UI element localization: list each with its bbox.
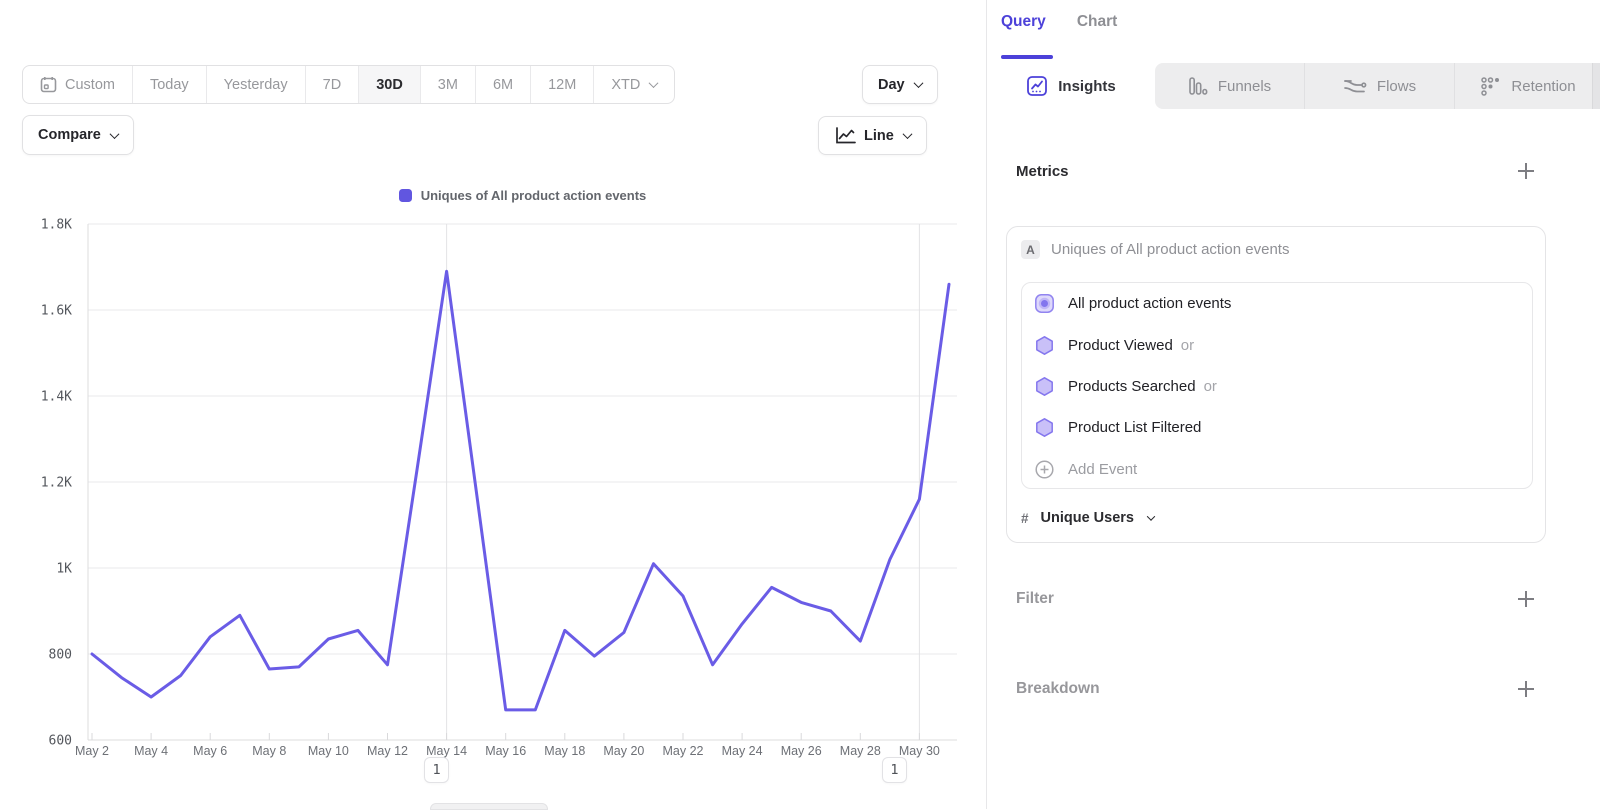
svg-text:1.6K: 1.6K	[41, 304, 72, 319]
line-chart[interactable]: 1.8K 1.6K 1.4K 1.2K 1K 800 600May 2 May 4 May 6 M…	[0, 0, 985, 809]
svg-text:May 10: May 10	[308, 744, 349, 758]
metric-letter-badge: A	[1021, 240, 1040, 259]
report-type-tabs: Insights Funnels Flows Retention	[987, 63, 1600, 109]
tab-chart[interactable]: Chart	[1077, 13, 1117, 31]
tab-funnels[interactable]: Funnels	[1155, 63, 1304, 109]
event-label: Products Searched	[1068, 378, 1196, 395]
event-label: All product action events	[1068, 295, 1231, 312]
panel-top-tabs: Query Chart	[1001, 13, 1117, 31]
svg-text:May 24: May 24	[722, 744, 763, 758]
hexagon-event-icon	[1034, 417, 1055, 438]
aggregation-label: Unique Users	[1041, 510, 1134, 526]
annotation-badge[interactable]: 1	[424, 757, 449, 783]
tab-retention[interactable]: Retention	[1454, 63, 1600, 109]
hash-icon: #	[1021, 511, 1029, 526]
svg-text:800: 800	[49, 648, 72, 663]
all-events-icon	[1034, 293, 1055, 314]
flows-icon	[1343, 76, 1367, 96]
metric-card: A Uniques of All product action events A…	[1006, 226, 1546, 543]
filter-header: Filter	[1016, 590, 1054, 608]
svg-text:May 14: May 14	[426, 744, 467, 758]
aggregation-dropdown[interactable]: # Unique Users	[1021, 510, 1154, 526]
events-card: All product action events Product Viewed…	[1021, 282, 1533, 489]
add-event-button[interactable]: Add Event	[1022, 449, 1532, 490]
event-or-suffix: or	[1204, 378, 1217, 395]
svg-text:May 20: May 20	[603, 744, 644, 758]
svg-text:May 28: May 28	[840, 744, 881, 758]
tab-label: Funnels	[1218, 78, 1271, 95]
event-label: Add Event	[1068, 461, 1137, 478]
svg-text:1K: 1K	[56, 562, 72, 577]
tab-flows[interactable]: Flows	[1304, 63, 1454, 109]
svg-text:1.2K: 1.2K	[41, 476, 72, 491]
metric-title-row: A Uniques of All product action events	[1021, 240, 1289, 259]
event-label: Product List Filtered	[1068, 419, 1201, 436]
hexagon-event-icon	[1034, 335, 1055, 356]
tab-bar-edge	[1592, 63, 1600, 109]
tab-insights[interactable]: Insights	[987, 63, 1155, 109]
query-panel: Query Chart Insights Funnels Flows Reten…	[986, 0, 1600, 809]
svg-text:May 2: May 2	[75, 744, 109, 758]
event-row-product-list-filtered[interactable]: Product List Filtered	[1022, 407, 1532, 448]
svg-text:1.4K: 1.4K	[41, 390, 72, 405]
svg-text:May 12: May 12	[367, 744, 408, 758]
svg-text:1.8K: 1.8K	[41, 218, 72, 233]
svg-text:600: 600	[49, 734, 72, 749]
event-label: Product Viewed	[1068, 337, 1173, 354]
add-metric-icon[interactable]	[1518, 163, 1534, 179]
svg-text:May 8: May 8	[252, 744, 286, 758]
add-filter-icon[interactable]	[1518, 591, 1534, 607]
insights-icon	[1026, 75, 1048, 97]
svg-text:May 26: May 26	[781, 744, 822, 758]
svg-text:May 30: May 30	[899, 744, 940, 758]
breakdown-header: Breakdown	[1016, 680, 1100, 698]
svg-text:May 16: May 16	[485, 744, 526, 758]
tab-label: Retention	[1511, 78, 1575, 95]
svg-text:May 22: May 22	[663, 744, 704, 758]
tab-label: Flows	[1377, 78, 1416, 95]
metric-title: Uniques of All product action events	[1051, 241, 1289, 258]
event-or-suffix: or	[1181, 337, 1194, 354]
event-row-all-product-action-events[interactable]: All product action events	[1022, 283, 1532, 324]
funnels-icon	[1188, 75, 1208, 97]
svg-text:May 4: May 4	[134, 744, 168, 758]
tab-label: Insights	[1058, 78, 1116, 95]
add-breakdown-icon[interactable]	[1518, 681, 1534, 697]
tab-query[interactable]: Query	[1001, 13, 1046, 31]
metrics-header: Metrics	[1016, 163, 1069, 180]
hexagon-event-icon	[1034, 376, 1055, 397]
active-tab-underline	[1001, 55, 1053, 59]
svg-text:May 18: May 18	[544, 744, 585, 758]
annotation-badge[interactable]: 1	[882, 757, 907, 783]
event-row-product-viewed[interactable]: Product Viewed or	[1022, 324, 1532, 365]
add-event-icon	[1034, 459, 1055, 480]
event-row-products-searched[interactable]: Products Searched or	[1022, 366, 1532, 407]
chevron-down-icon	[1147, 512, 1155, 520]
retention-icon	[1480, 76, 1501, 97]
svg-text:May 6: May 6	[193, 744, 227, 758]
